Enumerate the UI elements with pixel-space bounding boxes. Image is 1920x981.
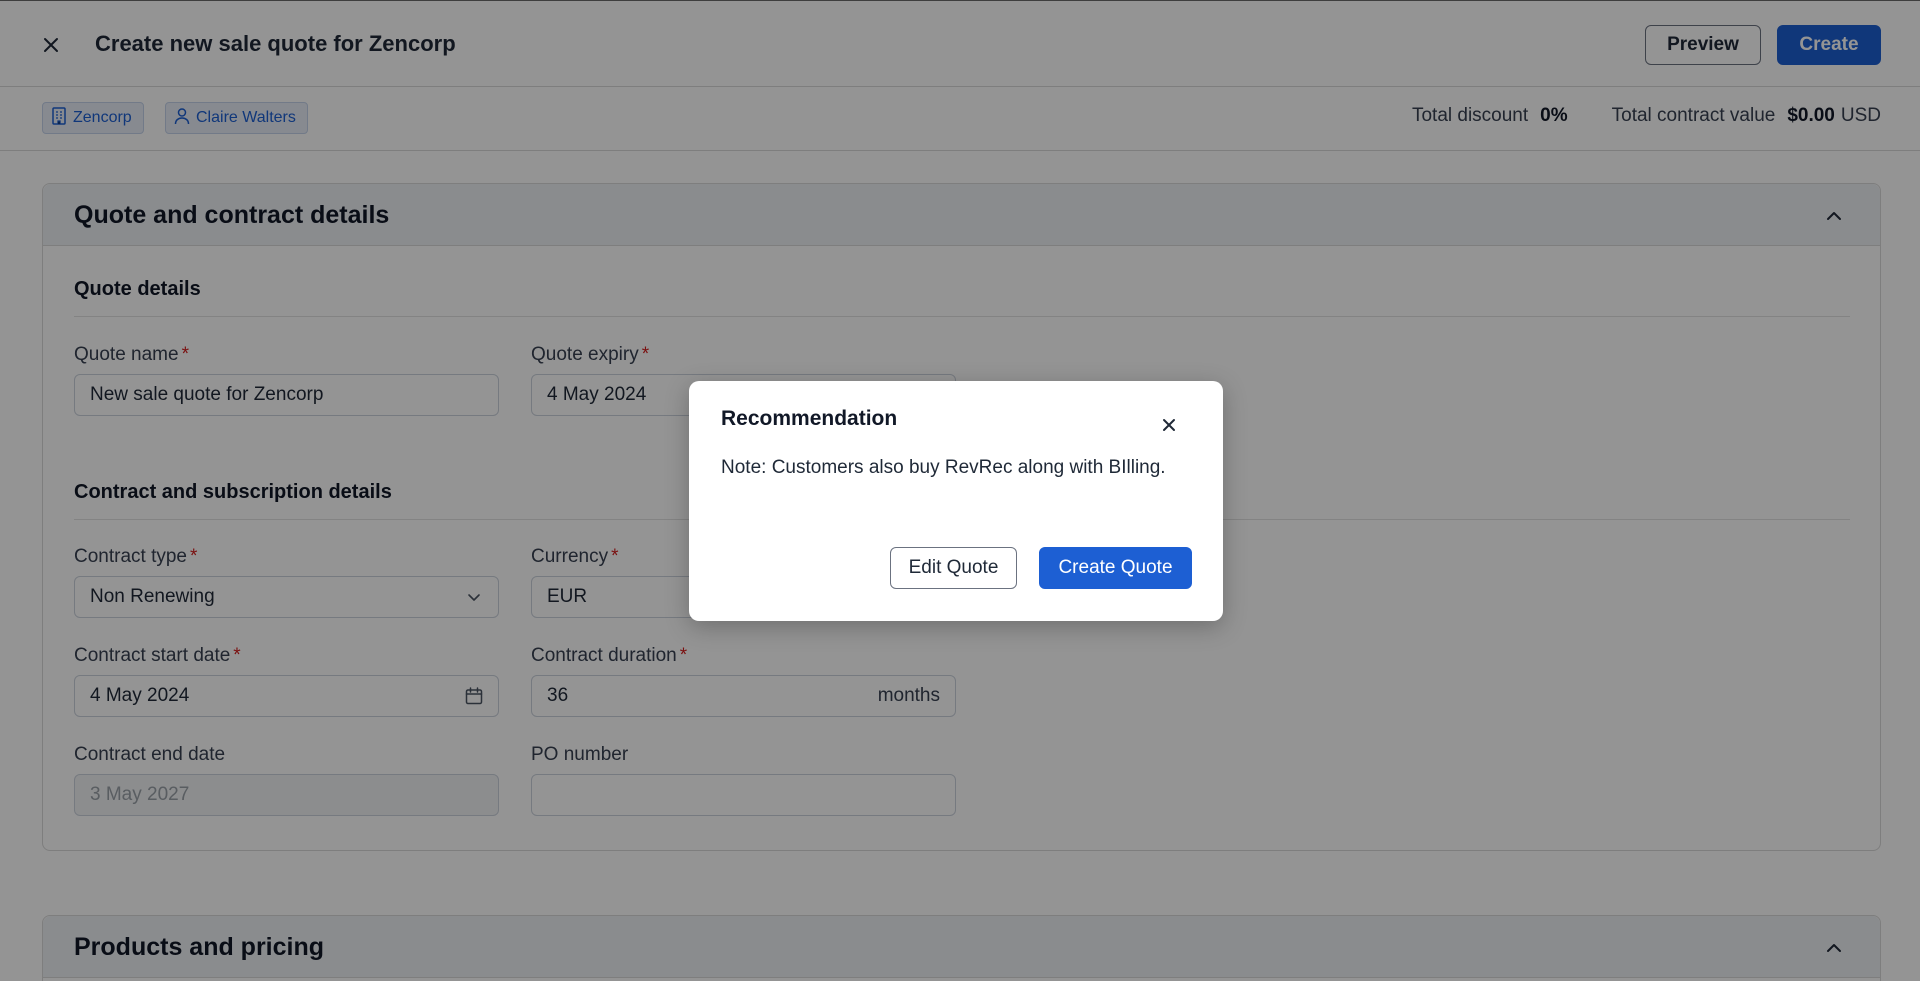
recommendation-dialog: Recommendation Note: Customers also buy … <box>689 381 1223 621</box>
edit-quote-button[interactable]: Edit Quote <box>890 547 1017 589</box>
create-quote-button[interactable]: Create Quote <box>1039 547 1192 589</box>
quote-page: Create new sale quote for Zencorp Previe… <box>0 0 1920 981</box>
dialog-message: Note: Customers also buy RevRec along wi… <box>721 457 1166 478</box>
dialog-title: Recommendation <box>721 407 898 430</box>
close-icon[interactable] <box>1158 414 1180 436</box>
